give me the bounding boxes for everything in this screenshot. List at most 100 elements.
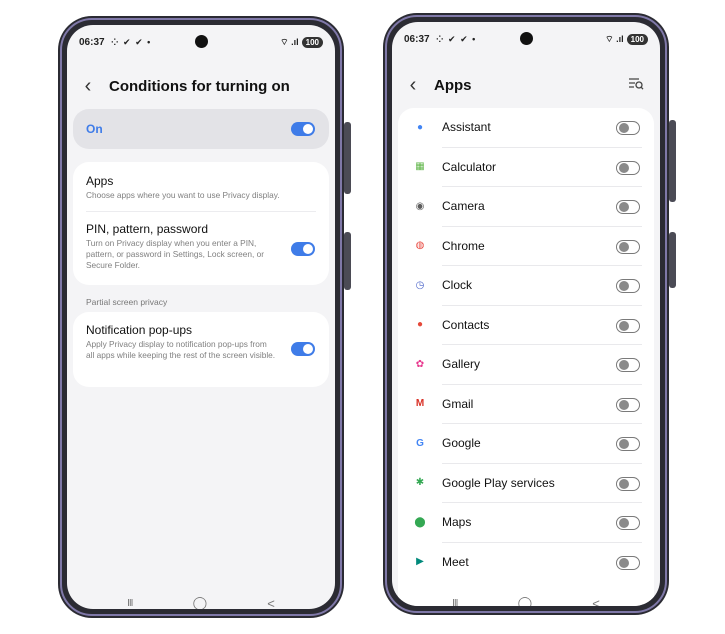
app-row-meet[interactable]: ▶ Meet [398,543,654,583]
back-arrow-icon[interactable]: ‹ [77,76,99,96]
google-play-services-icon: ✱ [415,477,425,488]
apps-item[interactable]: Apps Choose apps where you want to use P… [73,162,329,210]
status-bar: 06:37 ⁘ ✔ ✔ • ⌔ .ıl 100 [67,35,335,51]
app-name: Camera [442,199,485,213]
calculator-icon: ▦ [415,161,425,172]
app-toggle-switch[interactable] [616,476,640,491]
signal-icon: ⌔ .ıl [605,34,624,44]
notification-icons: ⁘ ✔ ✔ • [436,34,477,44]
app-toggle-switch[interactable] [616,437,640,451]
left-phone-side-button [344,122,351,194]
right-phone-side-button [669,120,676,202]
contacts-icon: ● [416,319,424,330]
app-name: Calculator [442,159,497,174]
home-button[interactable]: ◯ [518,595,533,606]
meet-icon: ▶ [416,556,424,567]
app-toggle-switch[interactable] [616,516,640,530]
app-row-contacts[interactable]: ● Contacts [398,306,654,345]
notification-icons: ⁘ ✔ ✔ • [111,37,152,47]
clock-icon: ◷ [415,279,425,291]
app-name: Chrome [442,238,485,253]
app-row-google[interactable]: G Google [398,424,654,464]
right-phone-volume-button [669,232,676,288]
recents-button[interactable]: III [127,598,133,609]
search-filter-icon[interactable] [628,77,644,91]
app-row-gallery[interactable]: ✿ Gallery [398,345,654,385]
notification-item-title: Notification pop-ups [86,323,193,337]
app-name: Google Play services [442,475,555,490]
app-toggle-switch[interactable] [616,555,640,570]
app-row-calculator[interactable]: ▦ Calculator [398,148,654,187]
assistant-icon: ● [416,121,424,133]
gallery-icon: ✿ [415,358,425,370]
section-header: Partial screen privacy [86,297,168,307]
apps-item-desc: Choose apps where you want to use Privac… [86,190,280,200]
app-toggle-switch[interactable] [616,239,640,254]
front-camera [195,35,208,48]
recents-button[interactable]: III [452,598,458,607]
status-time: 06:37 [79,37,105,48]
master-toggle-switch[interactable] [291,122,315,136]
apps-item-title: Apps [86,174,114,188]
nav-bar: III ◯ < [392,593,660,606]
app-row-clock[interactable]: ◷ Clock [398,266,654,306]
back-arrow-icon[interactable]: ‹ [402,75,424,95]
right-phone: 06:37 ⁘ ✔ ✔ • ⌔ .ıl 100 ‹ Apps ● Assista… [383,13,669,615]
app-toggle-switch[interactable] [616,160,640,175]
app-row-google-play-services[interactable]: ✱ Google Play services [398,464,654,503]
notification-toggle-switch[interactable] [291,342,315,356]
pin-pattern-password-item[interactable]: PIN, pattern, password Turn on Privacy d… [73,212,329,285]
page-title: Apps [434,76,472,94]
app-name: Assistant [442,120,491,134]
notification-item-desc: Apply Privacy display to notification po… [86,339,276,360]
battery-icon: 100 [301,37,323,48]
app-row-assistant[interactable]: ● Assistant [398,108,654,148]
pin-toggle-switch[interactable] [291,242,315,256]
conditions-card: Apps Choose apps where you want to use P… [73,162,329,285]
notification-popups-item[interactable]: Notification pop-ups Apply Privacy displ… [73,312,329,387]
nav-bar: III ◯ < [67,593,335,609]
status-right: ⌔ .ıl 100 [280,37,323,48]
status-time: 06:37 [404,34,430,45]
signal-icon: ⌔ .ıl [280,37,299,47]
page-title: Conditions for turning on [109,77,290,95]
apps-list: ● Assistant ▦ Calculator ◉ Camera ◍ Chrome ◷ Cloc… [398,108,654,606]
app-row-gmail[interactable]: M Gmail [398,385,654,424]
app-row-maps[interactable]: ⬤ Maps [398,503,654,543]
page-header: ‹ Apps [392,70,660,100]
app-row-camera[interactable]: ◉ Camera [398,187,654,227]
app-toggle-switch[interactable] [616,279,640,293]
app-row-chrome[interactable]: ◍ Chrome [398,227,654,266]
camera-icon: ◉ [415,200,425,212]
app-toggle-switch[interactable] [616,121,640,135]
google-icon: G [416,437,424,449]
left-screen: 06:37 ⁘ ✔ ✔ • ⌔ .ıl 100 ‹ Conditions for… [67,25,335,609]
pin-item-title: PIN, pattern, password [86,222,209,236]
pin-item-desc: Turn on Privacy display when you enter a… [86,238,265,270]
app-name: Google [442,436,481,450]
page-header: ‹ Conditions for turning on [67,71,335,101]
left-phone-volume-button [344,232,351,290]
app-toggle-switch[interactable] [616,200,640,214]
app-toggle-switch[interactable] [616,397,640,412]
status-right: ⌔ .ıl 100 [605,34,648,45]
app-name: Meet [442,554,469,569]
back-button[interactable]: < [592,596,600,607]
app-name: Clock [442,278,473,292]
app-name: Gmail [442,396,474,411]
chrome-icon: ◍ [415,240,425,251]
app-name: Maps [442,515,472,529]
home-button[interactable]: ◯ [193,595,208,609]
left-phone: 06:37 ⁘ ✔ ✔ • ⌔ .ıl 100 ‹ Conditions for… [58,16,344,618]
front-camera [520,32,533,45]
back-button[interactable]: < [267,596,275,610]
gmail-icon: M [415,398,425,409]
master-toggle-label: On [86,122,103,136]
app-toggle-switch[interactable] [616,318,640,333]
app-name: Gallery [442,357,481,371]
master-toggle-row[interactable]: On [73,109,329,149]
right-screen: 06:37 ⁘ ✔ ✔ • ⌔ .ıl 100 ‹ Apps ● Assista… [392,22,660,606]
status-bar: 06:37 ⁘ ✔ ✔ • ⌔ .ıl 100 [392,32,660,48]
app-toggle-switch[interactable] [616,358,640,372]
battery-icon: 100 [626,34,648,45]
